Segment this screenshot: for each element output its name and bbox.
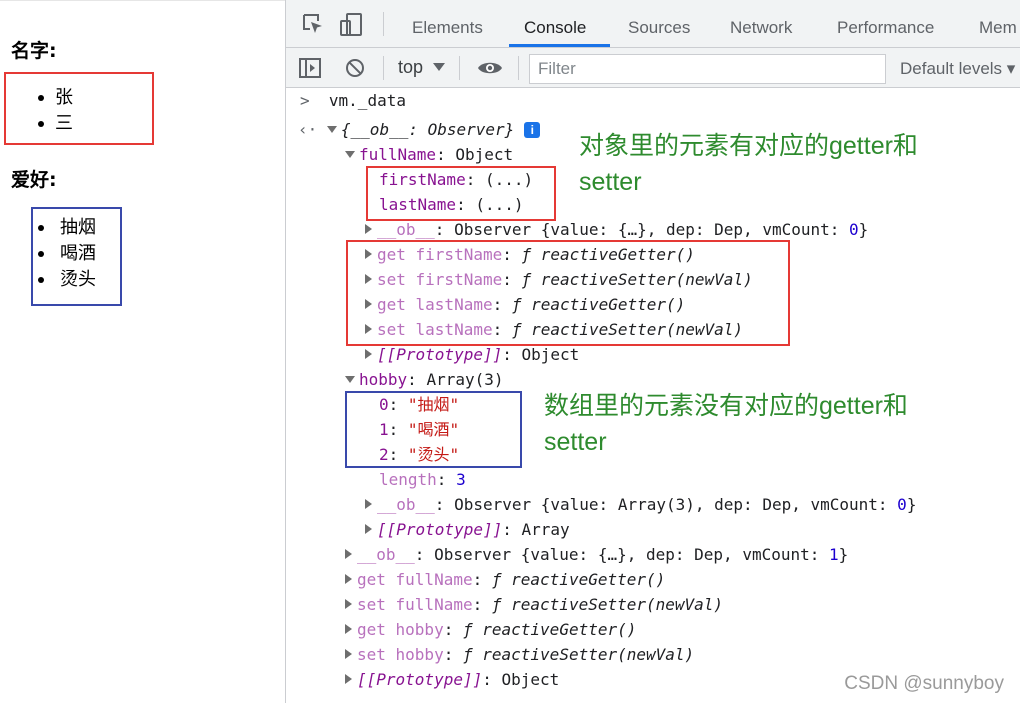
collapsed-triangle-icon[interactable]	[345, 674, 352, 684]
page-preview: 名字: 张 三 爱好: 抽烟 喝酒 烫头	[0, 0, 285, 703]
tree-row-get-lastName[interactable]: get lastName: ƒ reactiveGetter()	[365, 292, 685, 317]
tree-row-ob[interactable]: __ob__: Observer {value: {…}, dep: Dep, …	[365, 217, 868, 242]
collapsed-triangle-icon[interactable]	[365, 274, 372, 284]
tab-network[interactable]: Network	[730, 0, 792, 48]
collapsed-triangle-icon[interactable]	[365, 324, 372, 334]
collapsed-triangle-icon[interactable]	[365, 299, 372, 309]
tree-row-set-firstName[interactable]: set firstName: ƒ reactiveSetter(newVal)	[365, 267, 753, 292]
collapsed-triangle-icon[interactable]	[365, 524, 372, 534]
expand-triangle-icon[interactable]	[345, 151, 355, 158]
tree-row-hobby-0[interactable]: 0: "抽烟"	[379, 392, 459, 417]
device-toggle-icon[interactable]	[340, 13, 364, 41]
sidebar-toggle-icon[interactable]	[299, 58, 321, 82]
watermark: CSDN @sunnyboy	[844, 673, 1004, 694]
list-item: 三	[0, 111, 73, 137]
devtools-panel: Elements Console Sources Network Perform…	[285, 0, 1020, 703]
chevron-down-icon[interactable]	[433, 63, 445, 71]
tree-row-set-fullName[interactable]: set fullName: ƒ reactiveSetter(newVal)	[345, 592, 723, 617]
collapsed-triangle-icon[interactable]	[345, 574, 352, 584]
tree-row-hobby-ob[interactable]: __ob__: Observer {value: Array(3), dep: …	[365, 492, 916, 517]
tree-row-hobby-2[interactable]: 2: "烫头"	[379, 442, 459, 467]
tree-row-fullName[interactable]: fullName: Object	[345, 142, 513, 167]
tree-row-set-lastName[interactable]: set lastName: ƒ reactiveSetter(newVal)	[365, 317, 743, 342]
console-output: > vm._data ‹· {__ob__: Observer} i fullNa…	[286, 88, 1020, 703]
clear-console-icon[interactable]	[345, 58, 365, 82]
array-annotation: 数组里的元素没有对应的getter和 setter	[544, 392, 908, 456]
tree-row-lastName[interactable]: lastName: (...)	[379, 192, 524, 217]
tree-row-get-fullName[interactable]: get fullName: ƒ reactiveGetter()	[345, 567, 665, 592]
context-selector[interactable]: top	[398, 57, 423, 78]
log-levels-dropdown[interactable]: Default levels ▾	[900, 59, 1015, 79]
inspect-icon[interactable]	[302, 13, 324, 39]
console-result-root[interactable]: ‹· {__ob__: Observer} i	[298, 117, 541, 142]
tree-row-get-hobby[interactable]: get hobby: ƒ reactiveGetter()	[345, 617, 636, 642]
hobby-list: 抽烟 喝酒 烫头	[4, 215, 96, 293]
tree-row-length[interactable]: length: 3	[379, 467, 466, 492]
tree-row-hobby-1[interactable]: 1: "喝酒"	[379, 417, 459, 442]
expand-triangle-icon[interactable]	[345, 376, 355, 383]
tab-elements[interactable]: Elements	[412, 0, 483, 48]
collapsed-triangle-icon[interactable]	[345, 549, 352, 559]
console-input-line: > vm._data	[300, 91, 406, 110]
collapsed-triangle-icon[interactable]	[365, 249, 372, 259]
object-annotation: 对象里的元素有对应的getter和 setter	[579, 132, 918, 196]
eye-icon[interactable]	[477, 60, 503, 80]
devtools-tabbar: Elements Console Sources Network Perform…	[286, 0, 1020, 48]
list-item: 喝酒	[4, 241, 96, 267]
expand-triangle-icon[interactable]	[326, 126, 337, 133]
active-tab-indicator	[509, 44, 610, 47]
tree-row-get-firstName[interactable]: get firstName: ƒ reactiveGetter()	[365, 242, 695, 267]
name-heading: 名字:	[11, 40, 57, 62]
list-item: 烫头	[4, 267, 96, 293]
tree-row-set-hobby[interactable]: set hobby: ƒ reactiveSetter(newVal)	[345, 642, 694, 667]
tree-row-firstName[interactable]: firstName: (...)	[379, 167, 533, 192]
collapsed-triangle-icon[interactable]	[365, 349, 372, 359]
tree-row-hobby-prototype[interactable]: [[Prototype]]: Array	[365, 517, 570, 542]
tab-console[interactable]: Console	[524, 0, 586, 48]
list-item: 抽烟	[4, 215, 96, 241]
list-item: 张	[0, 85, 73, 111]
prompt-icon: >	[300, 91, 310, 110]
result-arrow-icon: ‹·	[298, 120, 318, 139]
tab-performance[interactable]: Performance	[837, 0, 934, 48]
tree-row-root-prototype[interactable]: [[Prototype]]: Object	[345, 667, 559, 692]
hobby-heading: 爱好:	[11, 169, 57, 191]
tab-memory[interactable]: Mem	[979, 0, 1017, 48]
info-icon[interactable]: i	[524, 122, 541, 138]
collapsed-triangle-icon[interactable]	[345, 624, 352, 634]
tab-sources[interactable]: Sources	[628, 0, 690, 48]
tree-row-prototype[interactable]: [[Prototype]]: Object	[365, 342, 579, 367]
tree-row-root-ob[interactable]: __ob__: Observer {value: {…}, dep: Dep, …	[345, 542, 848, 567]
tree-row-hobby[interactable]: hobby: Array(3)	[345, 367, 504, 392]
collapsed-triangle-icon[interactable]	[365, 224, 372, 234]
collapsed-triangle-icon[interactable]	[345, 649, 352, 659]
console-toolbar: top Default levels ▾	[286, 48, 1020, 88]
name-list: 张 三	[0, 85, 73, 137]
chevron-down-icon: ▾	[1006, 59, 1016, 78]
collapsed-triangle-icon[interactable]	[345, 599, 352, 609]
filter-input[interactable]	[529, 54, 886, 84]
collapsed-triangle-icon[interactable]	[365, 499, 372, 509]
